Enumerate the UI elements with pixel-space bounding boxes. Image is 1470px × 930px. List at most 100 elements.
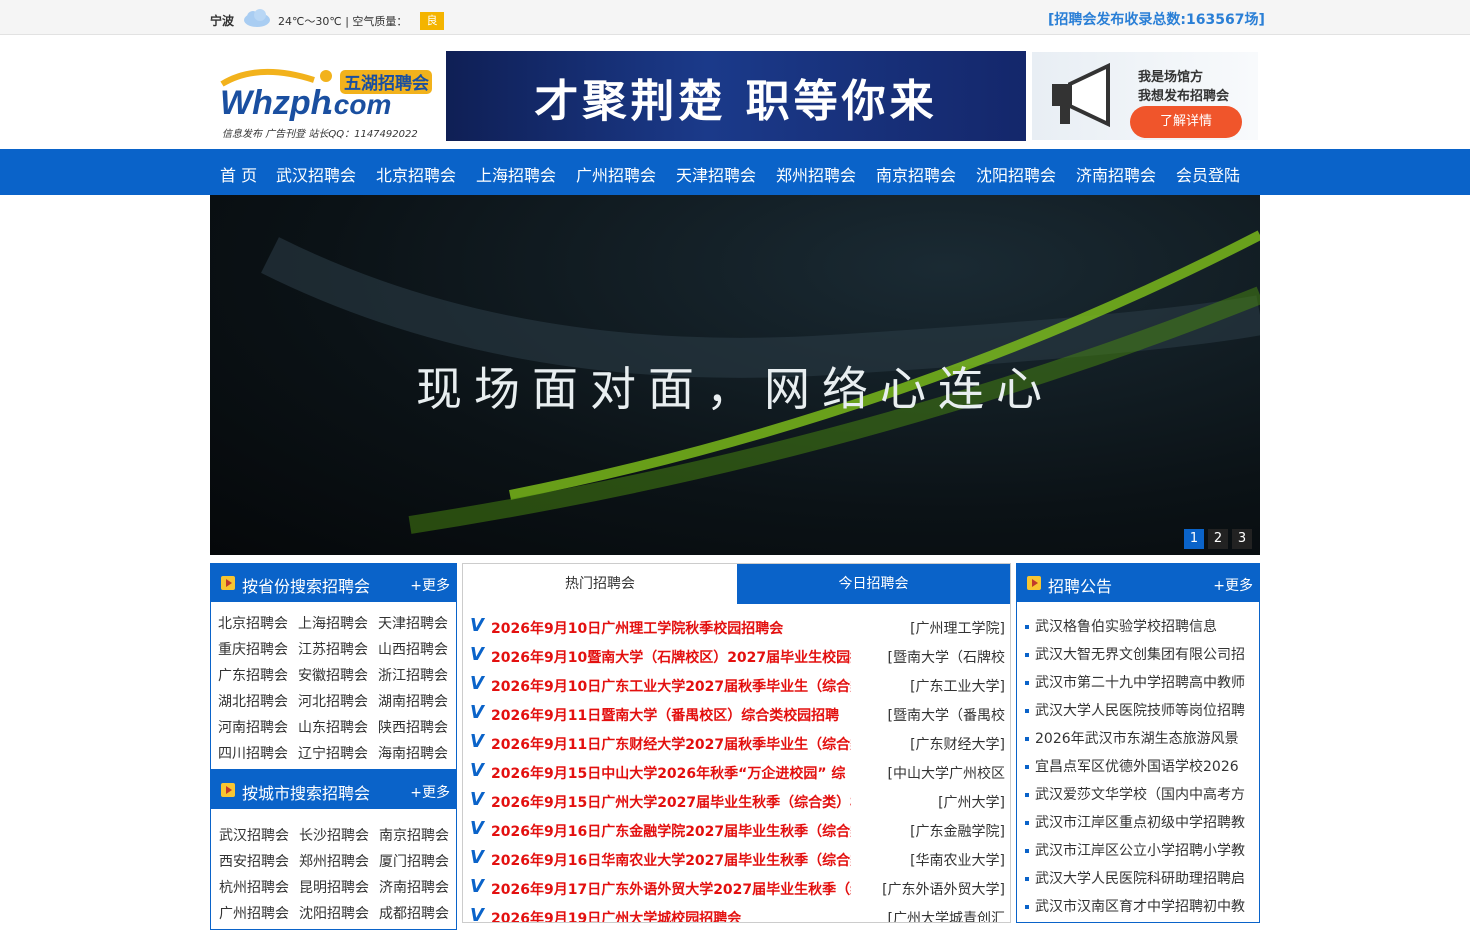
fair-school[interactable]: [广东财经大学] <box>910 734 1005 754</box>
region-link[interactable]: 山东招聘会 <box>298 717 368 737</box>
nav-tianjin[interactable]: 天津招聘会 <box>676 162 756 186</box>
region-link[interactable]: 北京招聘会 <box>218 613 288 633</box>
learn-more-button[interactable]: 了解详情 <box>1130 106 1242 138</box>
fair-title[interactable]: 2026年9月11日广东财经大学2027届秋季毕业生（综合类 <box>491 734 851 754</box>
region-link[interactable]: 陕西招聘会 <box>378 717 448 737</box>
tab-today-fairs[interactable]: 今日招聘会 <box>737 564 1010 604</box>
region-link[interactable]: 四川招聘会 <box>218 743 288 763</box>
region-link[interactable]: 河南招聘会 <box>218 717 288 737</box>
fair-school[interactable]: [华南农业大学] <box>910 850 1005 870</box>
tab-hot-fairs[interactable]: 热门招聘会 <box>463 564 737 604</box>
notice-item[interactable]: 武汉市江岸区公立小学招聘小学教 <box>1025 840 1255 860</box>
notice-more-link[interactable]: +更多 <box>1213 575 1253 595</box>
region-link[interactable]: 武汉招聘会 <box>219 825 289 845</box>
region-link[interactable]: 天津招聘会 <box>378 613 448 633</box>
nav-member-login[interactable]: 会员登陆 <box>1176 162 1240 186</box>
notice-item[interactable]: 武汉市汉南区育才中学招聘初中教 <box>1025 896 1255 916</box>
region-link[interactable]: 浙江招聘会 <box>378 665 448 685</box>
region-link[interactable]: 上海招聘会 <box>298 613 368 633</box>
region-link[interactable]: 长沙招聘会 <box>299 825 369 845</box>
region-link[interactable]: 沈阳招聘会 <box>299 903 369 923</box>
fair-school[interactable]: [中山大学广州校区 <box>888 763 1005 783</box>
fair-school[interactable]: [广州大学城青创汇 <box>888 908 1005 922</box>
region-link[interactable]: 广东招聘会 <box>218 665 288 685</box>
fair-row[interactable]: V 2026年9月10日广州理工学院秋季校园招聘会 [广州理工学院] <box>470 614 1005 643</box>
nav-zhengzhou[interactable]: 郑州招聘会 <box>776 162 856 186</box>
fair-row[interactable]: V 2026年9月17日广东外语外贸大学2027届毕业生秋季（综 [广东外语外贸大学… <box>470 875 1005 904</box>
fair-title[interactable]: 2026年9月16日华南农业大学2027届毕业生秋季（综合类 <box>491 850 851 870</box>
fair-title[interactable]: 2026年9月17日广东外语外贸大学2027届毕业生秋季（综 <box>491 879 851 899</box>
fair-title[interactable]: 2026年9月11日暨南大学（番禺校区）综合类校园招聘 <box>491 705 851 725</box>
carousel-page-1[interactable]: 1 <box>1184 529 1204 549</box>
hero-carousel[interactable]: 现场面对面，网络心连心 123 <box>210 195 1260 555</box>
region-link[interactable]: 湖南招聘会 <box>378 691 448 711</box>
province-more-link[interactable]: +更多 <box>410 575 450 595</box>
nav-shenyang[interactable]: 沈阳招聘会 <box>976 162 1056 186</box>
notice-item[interactable]: 武汉格鲁伯实验学校招聘信息 <box>1025 616 1255 636</box>
fair-total-count: [招聘会发布收录总数:163567场] <box>1048 12 1265 28</box>
fair-row[interactable]: V 2026年9月10暨南大学（石牌校区）2027届毕业生校园招 [暨南大学（石牌校 <box>470 643 1005 672</box>
region-link[interactable]: 湖北招聘会 <box>218 691 288 711</box>
fair-title[interactable]: 2026年9月10暨南大学（石牌校区）2027届毕业生校园招 <box>491 647 851 667</box>
ad-banner-main[interactable]: 才聚荆楚 职等你来 <box>446 51 1026 141</box>
region-link[interactable]: 重庆招聘会 <box>218 639 288 659</box>
fair-title[interactable]: 2026年9月10日广东工业大学2027届秋季毕业生（综合类 <box>491 676 851 696</box>
fair-row[interactable]: V 2026年9月10日广东工业大学2027届秋季毕业生（综合类 [广东工业大学] <box>470 672 1005 701</box>
fair-row[interactable]: V 2026年9月16日广东金融学院2027届毕业生秋季（综合类 [广东金融学院] <box>470 817 1005 846</box>
region-link[interactable]: 山西招聘会 <box>378 639 448 659</box>
region-link[interactable]: 安徽招聘会 <box>298 665 368 685</box>
region-link[interactable]: 济南招聘会 <box>379 877 449 897</box>
region-link[interactable]: 杭州招聘会 <box>219 877 289 897</box>
notice-item[interactable]: 武汉爱莎文华学校（国内中高考方 <box>1025 784 1255 804</box>
fair-school[interactable]: [广东工业大学] <box>910 676 1005 696</box>
nav-nanjing[interactable]: 南京招聘会 <box>876 162 956 186</box>
site-logo[interactable]: Whzph .com 五湖招聘会 信息发布 广告刊登 站长QQ：11474920… <box>218 62 438 142</box>
notice-item[interactable]: 武汉大智无界文创集团有限公司招 <box>1025 644 1255 664</box>
nav-jinan[interactable]: 济南招聘会 <box>1076 162 1156 186</box>
region-link[interactable]: 西安招聘会 <box>219 851 289 871</box>
fair-title[interactable]: 2026年9月10日广州理工学院秋季校园招聘会 <box>491 618 851 638</box>
fair-row[interactable]: V 2026年9月15日广州大学2027届毕业生秋季（综合类）校 [广州大学] <box>470 788 1005 817</box>
nav-guangzhou[interactable]: 广州招聘会 <box>576 162 656 186</box>
notice-item[interactable]: 2026年武汉市东湖生态旅游风景 <box>1025 728 1255 748</box>
nav-beijing[interactable]: 北京招聘会 <box>376 162 456 186</box>
carousel-page-2[interactable]: 2 <box>1208 529 1228 549</box>
ad-banner-venue[interactable]: 我是场馆方 我想发布招聘会 了解详情 <box>1032 52 1258 140</box>
fair-row[interactable]: V 2026年9月15日中山大学2026年秋季“万企进校园” 综 [中山大学广州校区 <box>470 759 1005 788</box>
nav-wuhan[interactable]: 武汉招聘会 <box>276 162 356 186</box>
region-link[interactable]: 成都招聘会 <box>379 903 449 923</box>
region-link[interactable]: 江苏招聘会 <box>298 639 368 659</box>
notice-item[interactable]: 宜昌点军区优德外国语学校2026 <box>1025 756 1255 776</box>
region-link[interactable]: 郑州招聘会 <box>299 851 369 871</box>
fair-title[interactable]: 2026年9月19日广州大学城校园招聘会 <box>491 908 851 922</box>
city-name[interactable]: 宁波 <box>210 12 234 29</box>
region-link[interactable]: 辽宁招聘会 <box>298 743 368 763</box>
region-link[interactable]: 厦门招聘会 <box>379 851 449 871</box>
nav-shanghai[interactable]: 上海招聘会 <box>476 162 556 186</box>
fair-school[interactable]: [广州大学] <box>938 792 1005 812</box>
carousel-page-3[interactable]: 3 <box>1232 529 1252 549</box>
fair-school[interactable]: [暨南大学（石牌校 <box>888 647 1005 667</box>
region-link[interactable]: 河北招聘会 <box>298 691 368 711</box>
region-link[interactable]: 广州招聘会 <box>219 903 289 923</box>
region-link[interactable]: 昆明招聘会 <box>299 877 369 897</box>
city-more-link[interactable]: +更多 <box>410 782 450 802</box>
region-link[interactable]: 海南招聘会 <box>378 743 448 763</box>
notice-item[interactable]: 武汉市第二十九中学招聘高中教师 <box>1025 672 1255 692</box>
region-link[interactable]: 南京招聘会 <box>379 825 449 845</box>
notice-item[interactable]: 武汉大学人民医院科研助理招聘启 <box>1025 868 1255 888</box>
fair-row[interactable]: V 2026年9月11日广东财经大学2027届秋季毕业生（综合类 [广东财经大学] <box>470 730 1005 759</box>
fair-title[interactable]: 2026年9月15日广州大学2027届毕业生秋季（综合类）校 <box>491 792 851 812</box>
fair-title[interactable]: 2026年9月16日广东金融学院2027届毕业生秋季（综合类 <box>491 821 851 841</box>
fair-row[interactable]: V 2026年9月11日暨南大学（番禺校区）综合类校园招聘 [暨南大学（番禺校 <box>470 701 1005 730</box>
fair-row[interactable]: V 2026年9月19日广州大学城校园招聘会 [广州大学城青创汇 <box>470 904 1005 922</box>
notice-item[interactable]: 武汉大学人民医院技师等岗位招聘 <box>1025 700 1255 720</box>
fair-school[interactable]: [广州理工学院] <box>910 618 1005 638</box>
notice-item[interactable]: 武汉市江岸区重点初级中学招聘教 <box>1025 812 1255 832</box>
fair-school[interactable]: [暨南大学（番禺校 <box>888 705 1005 725</box>
fair-school[interactable]: [广东外语外贸大学] <box>882 879 1005 899</box>
fair-title[interactable]: 2026年9月15日中山大学2026年秋季“万企进校园” 综 <box>491 763 851 783</box>
fair-row[interactable]: V 2026年9月16日华南农业大学2027届毕业生秋季（综合类 [华南农业大学] <box>470 846 1005 875</box>
fair-school[interactable]: [广东金融学院] <box>910 821 1005 841</box>
nav-home[interactable]: 首 页 <box>220 162 257 186</box>
